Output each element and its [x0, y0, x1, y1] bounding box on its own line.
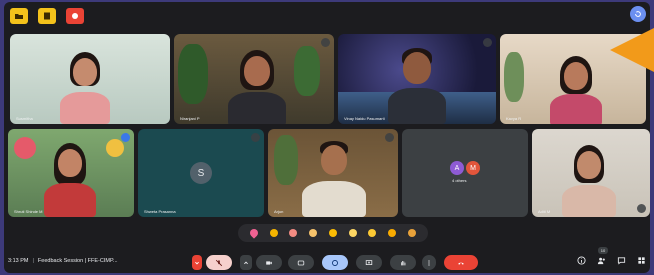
clap-icon[interactable] [309, 229, 318, 237]
raise-hand-button[interactable] [390, 255, 416, 270]
reactions-bar [238, 224, 428, 242]
hand-down-button[interactable] [192, 255, 202, 270]
others-tile[interactable]: A M 4 others [402, 129, 528, 217]
participant-avatar: A [450, 161, 464, 175]
participant-tile[interactable]: Arjun [268, 129, 398, 217]
participant-tile[interactable]: Vinay Naidu Pasumarti [338, 34, 496, 124]
participant-tile[interactable]: Niranjani P [174, 34, 334, 124]
notes-icon[interactable] [38, 8, 56, 24]
participant-name: Kavya R [506, 116, 522, 121]
participant-avatar: S [190, 162, 212, 184]
side-panel-controls: 10 [576, 247, 646, 265]
pin-icon[interactable] [483, 38, 492, 47]
participant-tile[interactable]: Susmitha [10, 34, 170, 124]
thumbs-up-icon[interactable] [269, 229, 278, 237]
pointer-arrow [610, 28, 654, 72]
surprised-icon[interactable] [348, 229, 357, 237]
participant-name: Shweta Prasanna [144, 209, 176, 214]
more-icon [428, 259, 430, 266]
mic-button[interactable] [206, 255, 232, 270]
captions-icon [297, 260, 305, 265]
camera-options-button[interactable] [240, 255, 252, 270]
pin-icon[interactable] [637, 204, 646, 213]
emoji-icon [332, 259, 338, 266]
participant-tile[interactable]: Aditi M [532, 129, 650, 217]
meeting-separator: | [32, 258, 34, 264]
meeting-time: 3:13 PM [8, 258, 29, 264]
mic-off-icon [215, 259, 223, 266]
participant-name: Arjun [274, 209, 284, 214]
info-icon[interactable] [576, 255, 586, 265]
bottom-bar: 3:13 PM | Feedback Session | FFE-CIMP... [4, 247, 650, 273]
pin-icon[interactable] [251, 133, 260, 142]
participant-name: Aditi M [538, 209, 551, 214]
pin-icon[interactable] [121, 133, 130, 142]
participant-avatar: M [466, 161, 480, 175]
refresh-icon[interactable] [630, 6, 646, 22]
participant-name: Susmitha [16, 116, 33, 121]
raise-hand-icon [401, 260, 406, 265]
participant-name: Shruti Shinde M [14, 209, 43, 214]
present-button[interactable] [356, 255, 382, 270]
participant-tile[interactable]: Shruti Shinde M [8, 129, 134, 217]
meeting-title: Feedback Session | FFE-CIMP... [37, 258, 118, 264]
pin-icon[interactable] [321, 38, 330, 47]
participant-tile[interactable]: S Shweta Prasanna [138, 129, 264, 217]
party-icon[interactable] [289, 229, 298, 237]
people-icon[interactable]: 10 [596, 247, 608, 265]
emoji-button[interactable] [322, 255, 348, 270]
chevron-icon [244, 261, 248, 264]
meeting-info: 3:13 PM | Feedback Session | FFE-CIMP... [8, 258, 118, 264]
end-call-icon [458, 262, 464, 265]
hand-down-icon [195, 261, 199, 264]
heart-icon[interactable] [248, 227, 260, 239]
participant-name: Vinay Naidu Pasumarti [344, 116, 385, 121]
end-call-button[interactable] [444, 255, 478, 270]
folder-icon[interactable] [10, 8, 28, 24]
participant-name: Niranjani P [180, 116, 200, 121]
more-options-button[interactable] [422, 255, 436, 270]
thumbs-down-icon[interactable] [408, 229, 416, 237]
people-count-badge: 10 [598, 247, 608, 254]
camera-icon [266, 260, 272, 265]
activities-icon[interactable] [636, 255, 646, 265]
present-icon [365, 259, 373, 265]
meet-window: Susmitha Niranjani P Vinay Naidu Pasumar… [4, 2, 650, 273]
top-toolbar [10, 8, 84, 24]
chat-icon[interactable] [616, 255, 626, 265]
record-icon[interactable] [66, 8, 84, 24]
camera-button[interactable] [256, 255, 282, 270]
captions-button[interactable] [288, 255, 314, 270]
pin-icon[interactable] [385, 133, 394, 142]
laugh-icon[interactable] [328, 229, 337, 237]
thinking-icon[interactable] [388, 229, 397, 237]
others-label: 4 others [452, 178, 467, 183]
sad-icon[interactable] [368, 229, 377, 237]
